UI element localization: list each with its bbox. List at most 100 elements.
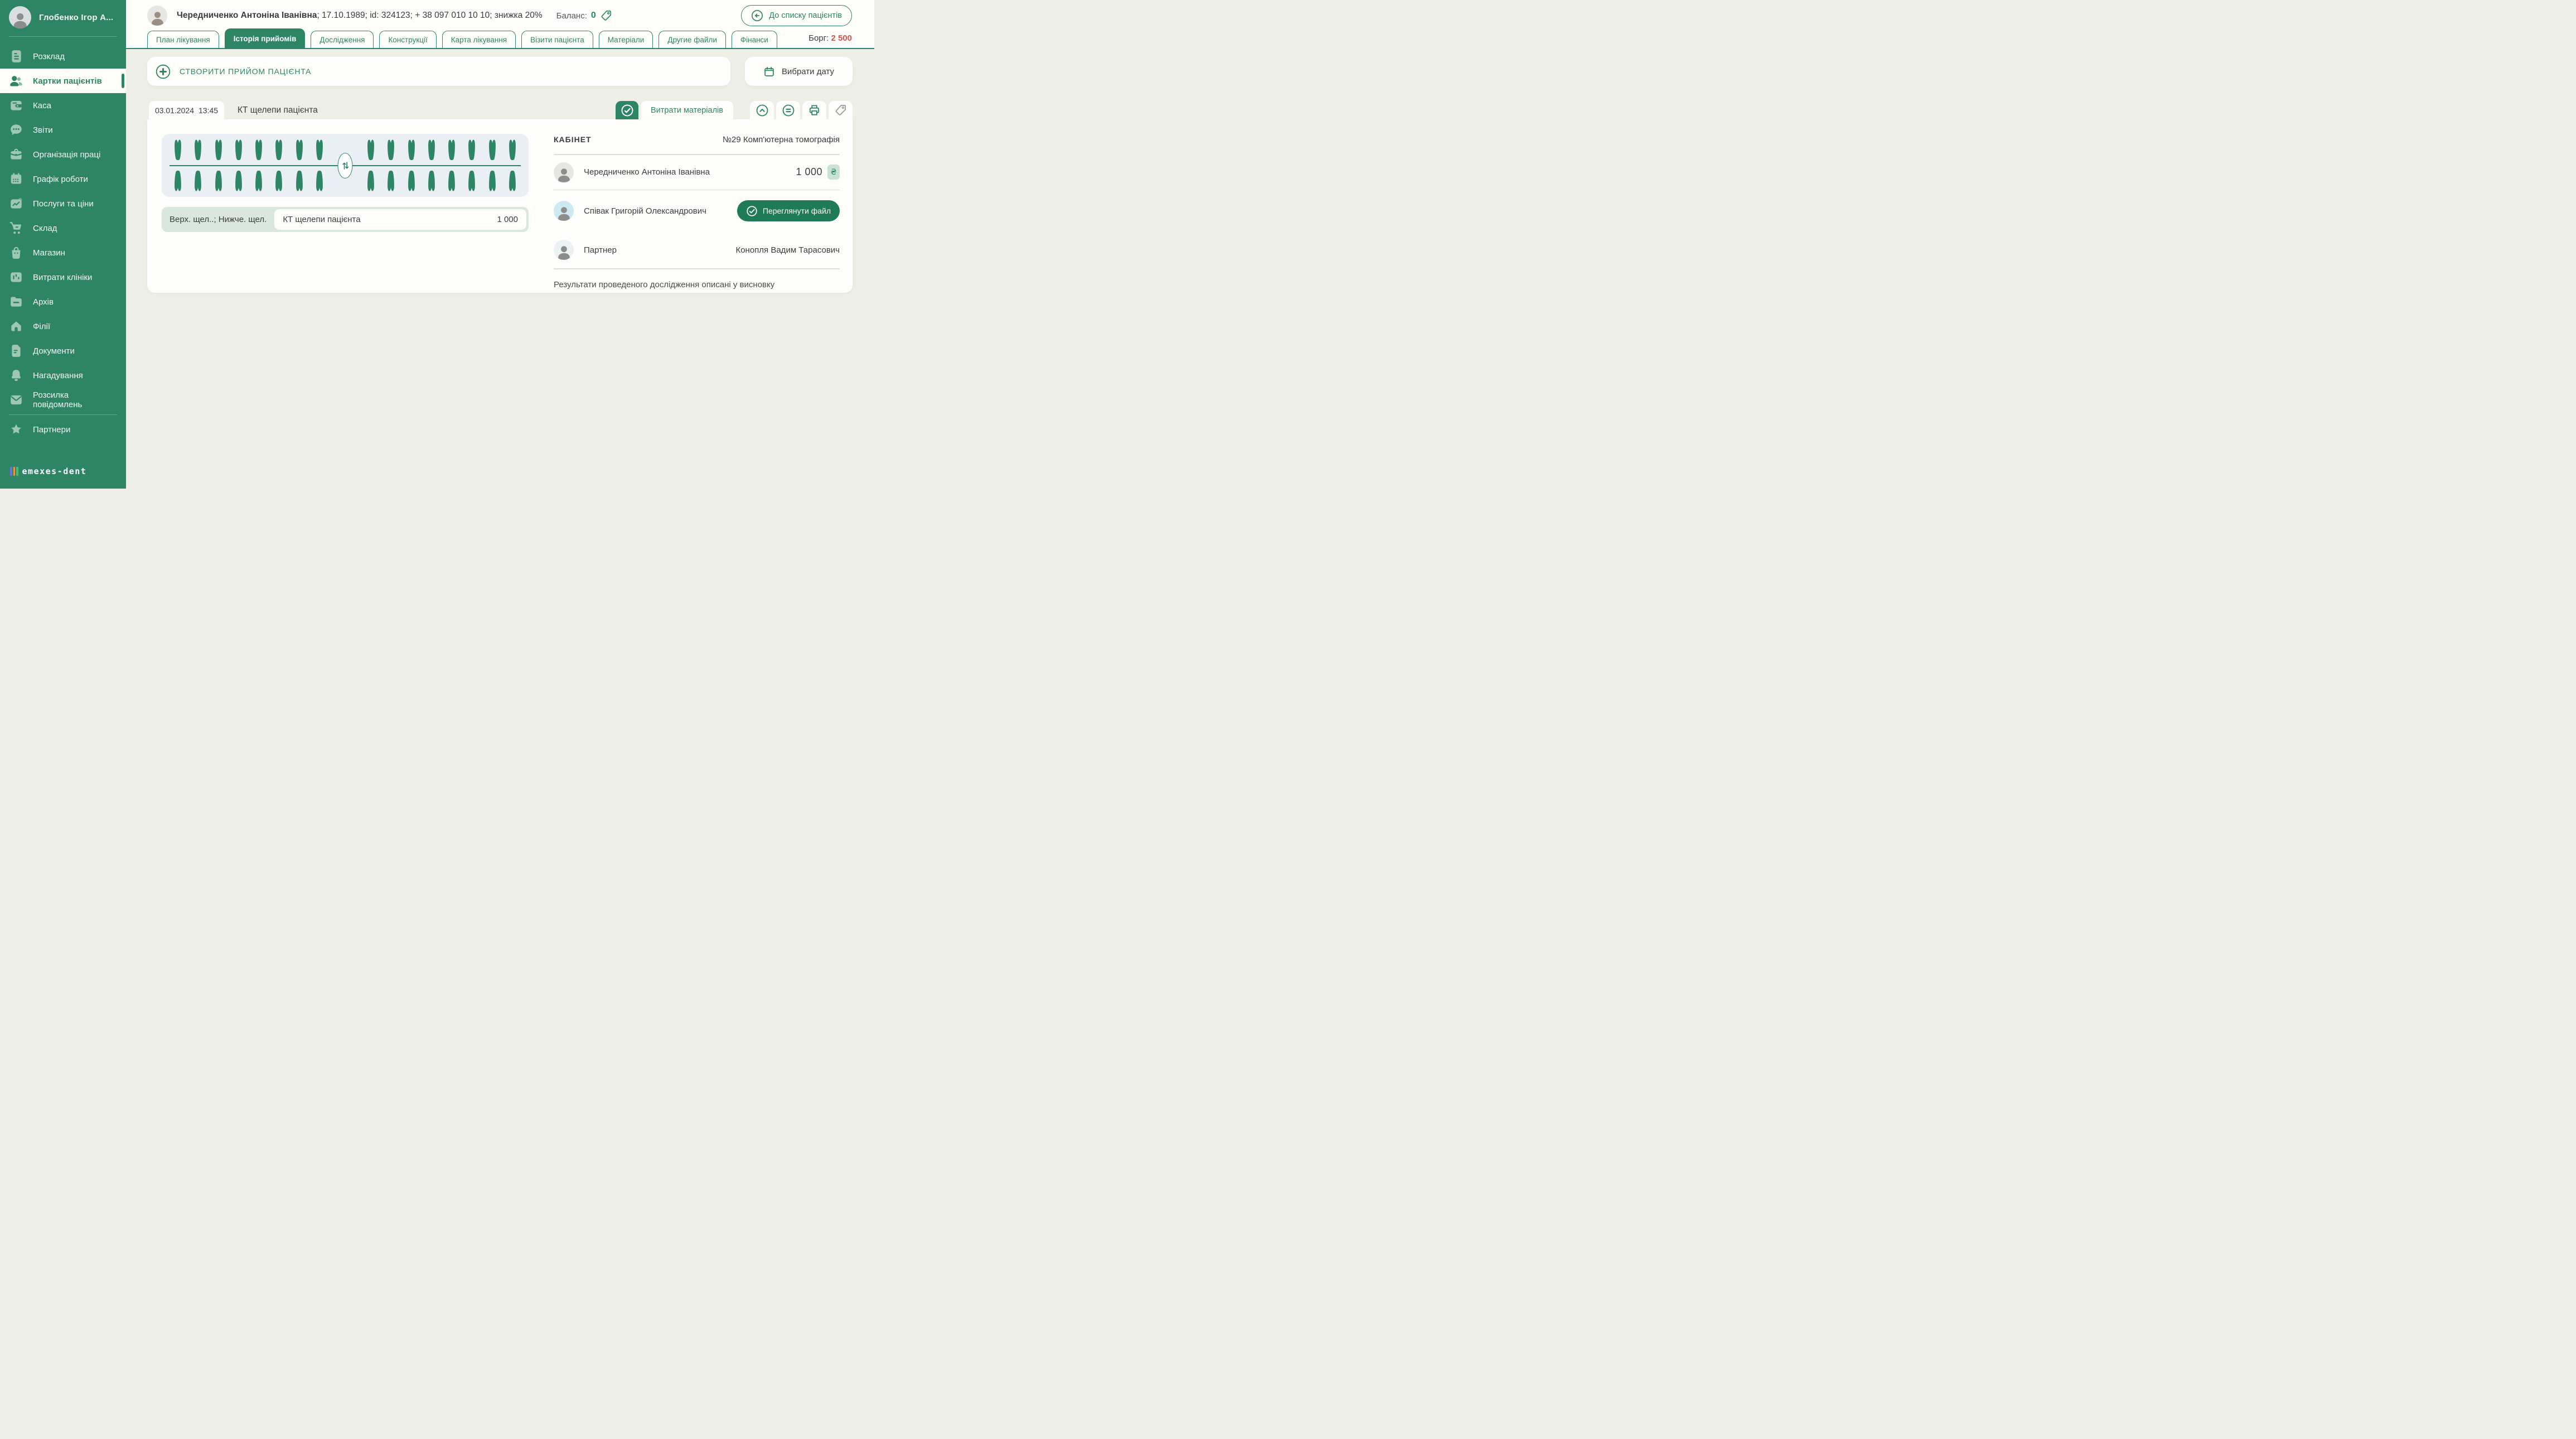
appointment-body: Верх. щел..; Нижче. щел. КТ щелепи паціє… [147,119,853,293]
materials-costs-tab[interactable]: Витрати матеріалів [641,101,733,119]
appointment-time: 13:45 [198,106,218,115]
sidebar-item-work-schedule[interactable]: Графік роботи [0,167,126,191]
tooth-icon[interactable] [311,170,328,192]
staff-row-value: Переглянути файл [737,200,840,221]
collapse-chip[interactable] [750,101,774,119]
sidebar-item-organization[interactable]: Організація праці [0,142,126,167]
chevron-up-circle-icon [756,104,769,117]
tooth-icon[interactable] [403,139,420,161]
tab-3[interactable]: Дослідження [311,31,374,48]
patient-details: ; 17.10.1989; id: 324123; + 38 097 010 1… [317,11,542,20]
logo-text: emexes-dent [22,466,87,476]
tooth-icon[interactable] [443,139,460,161]
sidebar-item-label: Послуги та ціни [33,199,94,209]
staff-row-value: 1 000 ₴ [796,165,840,180]
tooth-icon[interactable] [504,170,521,192]
tooth-icon[interactable] [291,139,308,161]
tooth-icon[interactable] [382,170,399,192]
sidebar-item-branches[interactable]: Філії [0,314,126,339]
view-file-button[interactable]: Переглянути файл [737,200,840,221]
swap-arrows-icon [341,160,350,171]
back-to-patients-button[interactable]: До списку пацієнтів [741,5,852,26]
sidebar-item-label: Графік роботи [33,175,88,184]
tooth-icon[interactable] [250,139,267,161]
tag-icon[interactable] [600,9,612,22]
tooth-icon[interactable] [270,139,287,161]
sidebar-item-reports[interactable]: Звіти [0,118,126,142]
teeth-group [362,170,521,192]
materials-costs-label: Витрати матеріалів [651,106,723,115]
sidebar-item-schedule[interactable]: Розклад [0,44,126,69]
printer-icon [808,104,821,117]
sidebar-user[interactable]: Глобенко Ігор А... [0,0,126,34]
sidebar-item-services[interactable]: Послуги та ціни [0,191,126,216]
tab-2[interactable]: Історія прийомів [225,28,306,48]
sidebar-item-partners[interactable]: Партнери [0,417,126,442]
appointment-title: КТ щелепи пацієнта [238,105,318,115]
tooth-icon[interactable] [270,170,287,192]
tooth-icon[interactable] [423,139,440,161]
reports-icon [9,123,23,137]
tooth-icon[interactable] [484,139,501,161]
tooth-icon[interactable] [504,139,521,161]
tab-4[interactable]: Конструкції [379,31,436,48]
tooth-icon[interactable] [362,139,379,161]
tooth-icon[interactable] [170,170,186,192]
tab-1[interactable]: План лікування [147,31,219,48]
logo-bars-icon [10,467,18,476]
tooth-icon[interactable] [210,139,227,161]
tooth-icon[interactable] [230,170,247,192]
sidebar-item-shop[interactable]: Магазин [0,240,126,265]
sidebar: Глобенко Ігор А... РозкладКартки пацієнт… [0,0,126,489]
tab-7[interactable]: Матеріали [599,31,653,48]
tooth-icon[interactable] [190,170,206,192]
staff-name: Чередниченко Антоніна Іванівна [584,167,710,177]
tooth-icon[interactable] [443,170,460,192]
tooth-icon[interactable] [463,139,480,161]
tooth-icon[interactable] [291,170,308,192]
staff-row: Партнер Конопля Вадим Тарасович [554,231,840,268]
service-name-field[interactable]: КТ щелепи пацієнта 1 000 [274,209,526,230]
sidebar-item-mailing[interactable]: Розсилка повідомлень [0,388,126,412]
tab-9[interactable]: Фінанси [732,31,777,48]
tab-5[interactable]: Карта лікування [442,31,516,48]
tag-chip[interactable] [829,101,853,119]
tooth-icon[interactable] [170,139,186,161]
tooth-icon[interactable] [250,170,267,192]
tooth-icon[interactable] [230,139,247,161]
sidebar-item-documents[interactable]: Документи [0,339,126,363]
tooth-icon[interactable] [463,170,480,192]
sidebar-item-reminders[interactable]: Нагадування [0,363,126,388]
partner-label: Партнер [584,245,617,255]
sidebar-item-clinic-expenses[interactable]: Витрати клініки [0,265,126,289]
summary-chip[interactable] [776,101,800,119]
tab-8[interactable]: Другие файли [658,31,726,48]
teeth-group [170,170,328,192]
tooth-icon[interactable] [210,170,227,192]
sidebar-divider [9,36,117,37]
tab-6[interactable]: Візити пацієнта [521,31,593,48]
sidebar-item-cashbox[interactable]: Каса [0,93,126,118]
tooth-icon[interactable] [484,170,501,192]
currency-badge[interactable]: ₴ [827,165,840,180]
sidebar-item-patients[interactable]: Картки пацієнтів [0,69,126,93]
tooth-icon[interactable] [403,170,420,192]
partner-name: Конопля Вадим Тарасович [735,245,840,255]
tooth-icon[interactable] [190,139,206,161]
sidebar-item-archive[interactable]: Архів [0,289,126,314]
staff-price: 1 000 [796,166,822,178]
tooth-icon[interactable] [362,170,379,192]
tooth-icon[interactable] [311,139,328,161]
appointment-status-tab[interactable] [616,101,638,119]
swap-jaws-button[interactable] [338,153,353,178]
tooth-icon[interactable] [382,139,399,161]
choose-date-button[interactable]: Вибрати дату [745,57,853,86]
staff-name: Співак Григорій Олександрович [584,206,706,216]
sidebar-item-warehouse[interactable]: Склад [0,216,126,240]
tooth-icon[interactable] [423,170,440,192]
create-appointment-button[interactable]: СТВОРИТИ ПРИЙОМ ПАЦІЄНТА [147,57,730,86]
print-chip[interactable] [802,101,826,119]
app: Глобенко Ігор А... РозкладКартки пацієнт… [0,0,874,489]
staff-row-value: Конопля Вадим Тарасович [735,245,840,255]
appointment-date-tab[interactable]: 03.01.2024 13:45 [149,101,224,119]
